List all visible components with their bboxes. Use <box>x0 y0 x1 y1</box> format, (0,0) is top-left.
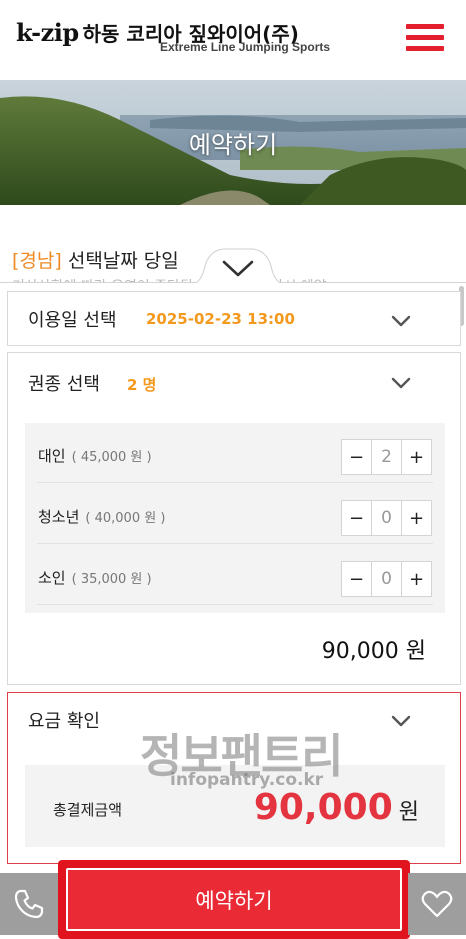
region-tag: [경남] <box>12 250 62 272</box>
reserve-button[interactable]: 예약하기 <box>66 868 402 931</box>
page-banner: 예약하기 <box>0 80 466 205</box>
ticket-name: 청소년( 40,000 원 ) <box>38 508 166 526</box>
ticket-row-adult: 대인( 45,000 원 ) − + <box>37 423 433 483</box>
phone-icon[interactable] <box>0 873 58 935</box>
quantity-stepper: − + <box>341 500 432 536</box>
ticket-select-section: 권종 선택 2 명 대인( 45,000 원 ) − + 청소년( 40,000… <box>7 352 461 685</box>
notice-text: 선택날짜 당일 <box>67 250 179 272</box>
fee-check-label: 요금 확인 <box>28 711 100 732</box>
fee-check-section: 요금 확인 총결제금액 90,000 원 <box>7 692 461 864</box>
decrease-button[interactable]: − <box>342 440 372 474</box>
amount-unit: 원 <box>398 800 419 825</box>
ticket-name: 소인( 35,000 원 ) <box>38 569 152 587</box>
background-notice: [경남] 선택날짜 당일 <box>12 246 179 273</box>
quantity-stepper: − + <box>341 439 432 475</box>
banner-title: 예약하기 <box>188 131 278 159</box>
decrease-button[interactable]: − <box>342 562 372 596</box>
ticket-row-youth: 청소년( 40,000 원 ) − + <box>37 484 433 544</box>
amount-value: 90,000 <box>253 787 393 828</box>
increase-button[interactable]: + <box>401 501 431 535</box>
bottom-action-bar: 예약하기 <box>0 860 466 939</box>
ticket-count: 2 명 <box>127 376 157 394</box>
ticket-row-child: 소인( 35,000 원 ) − + <box>37 545 433 605</box>
ticket-list: 대인( 45,000 원 ) − + 청소년( 40,000 원 ) − + 소… <box>25 423 445 613</box>
total-payment-label: 총결제금액 <box>53 801 123 819</box>
date-select-label: 이용일 선택 <box>28 310 117 331</box>
ticket-total: 90,000 원 <box>321 639 426 664</box>
increase-button[interactable]: + <box>401 562 431 596</box>
selected-date-value: 2025-02-23 13:00 <box>146 310 295 328</box>
ticket-price: ( 45,000 원 ) <box>71 450 152 465</box>
decrease-button[interactable]: − <box>342 501 372 535</box>
ticket-name: 대인( 45,000 원 ) <box>38 447 152 465</box>
ticket-price: ( 35,000 원 ) <box>71 572 152 587</box>
sheet-collapse-handle[interactable] <box>190 246 286 286</box>
reserve-button-frame: 예약하기 <box>58 860 410 939</box>
quantity-input[interactable] <box>372 501 401 535</box>
chevron-down-icon[interactable] <box>390 314 412 328</box>
quantity-input[interactable] <box>372 440 401 474</box>
heart-icon[interactable] <box>408 873 466 935</box>
logo-brand: k-zip <box>16 18 79 47</box>
ticket-price: ( 40,000 원 ) <box>85 511 166 526</box>
increase-button[interactable]: + <box>401 440 431 474</box>
site-header: k-zip 하동 코리아 짚와이어(주) Extreme Line Jumping… <box>0 0 466 80</box>
chevron-down-icon[interactable] <box>390 714 412 728</box>
quantity-stepper: − + <box>341 561 432 597</box>
date-select-section[interactable]: 이용일 선택 2025-02-23 13:00 <box>7 291 461 346</box>
hamburger-menu-icon[interactable] <box>406 22 444 54</box>
ticket-select-label: 권종 선택 <box>28 374 100 395</box>
chevron-down-icon[interactable] <box>390 376 412 390</box>
logo-tagline: Extreme Line Jumping Sports <box>160 40 331 54</box>
total-payment-amount: 90,000 원 <box>254 787 419 828</box>
quantity-input[interactable] <box>372 562 401 596</box>
payment-summary: 총결제금액 90,000 원 <box>25 765 445 847</box>
